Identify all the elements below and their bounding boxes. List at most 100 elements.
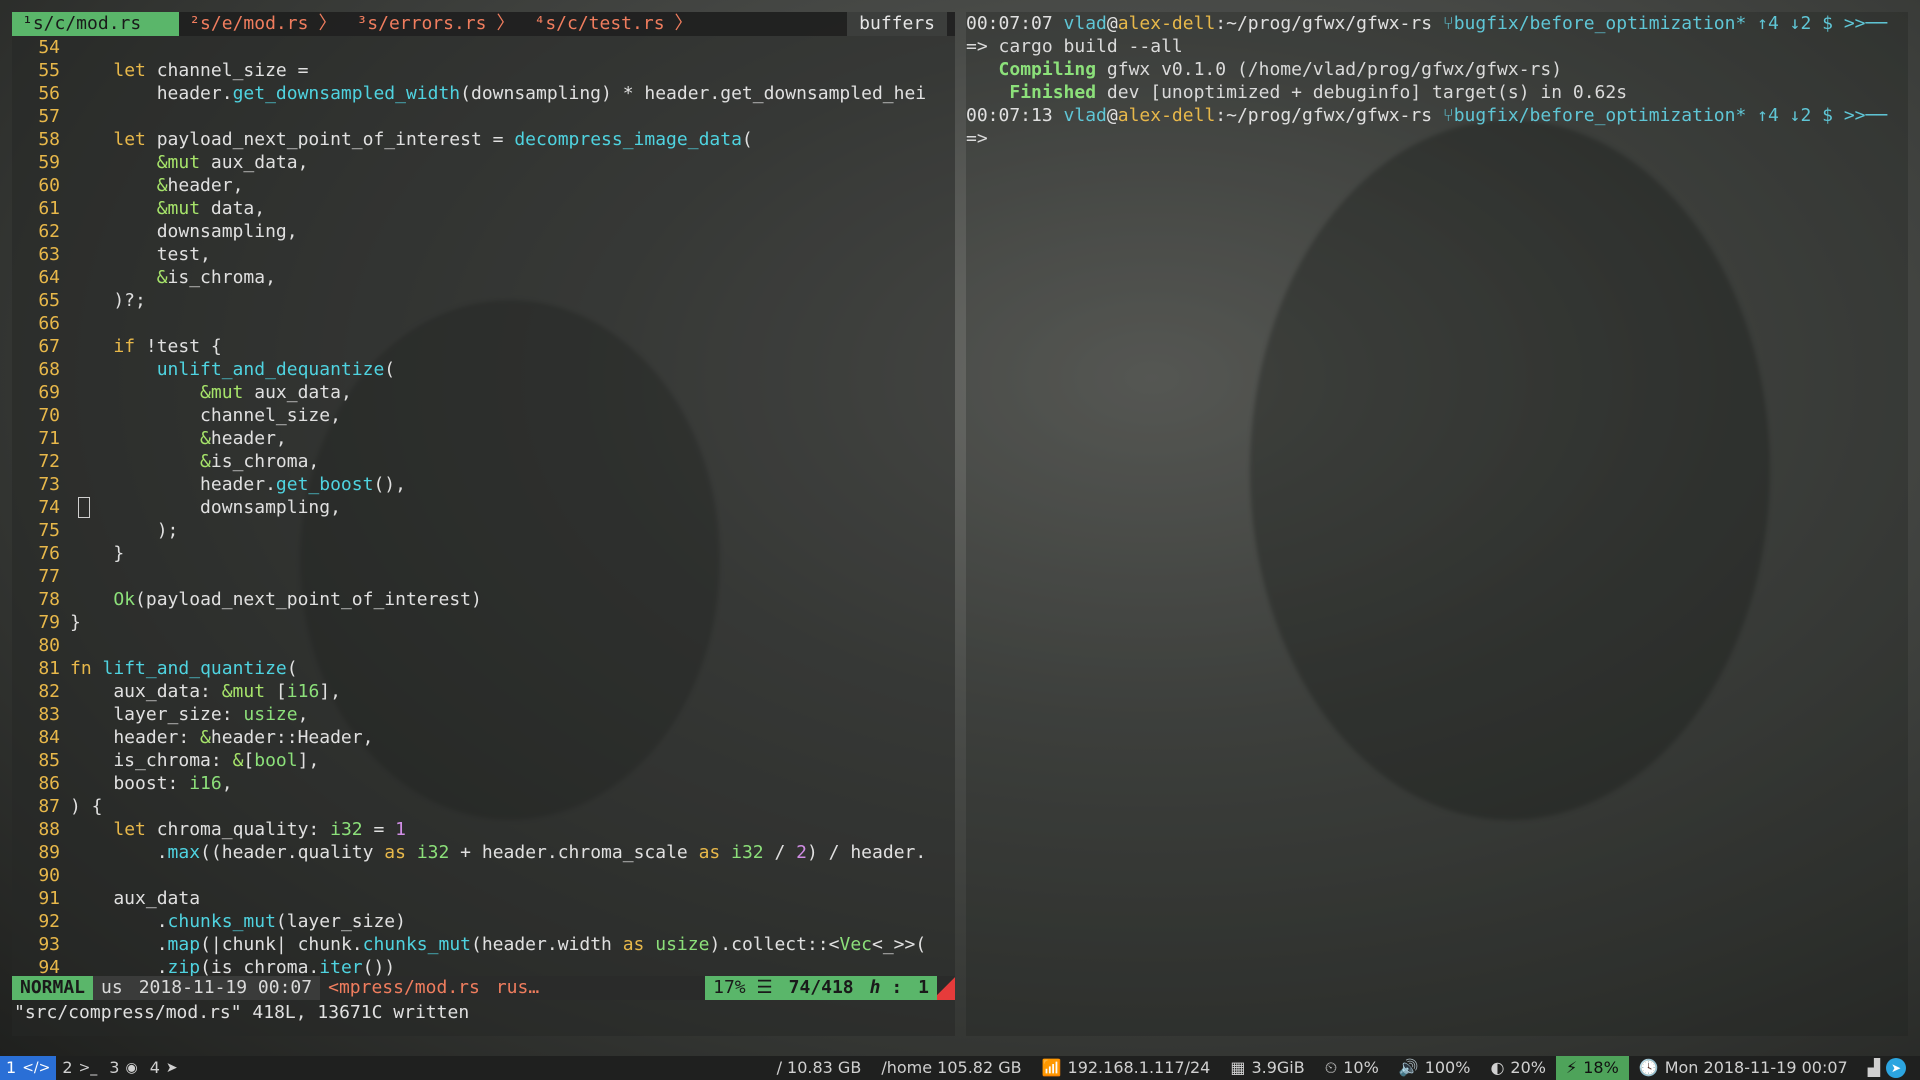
finished-text: dev [unoptimized + debuginfo] target(s) … — [1096, 82, 1628, 103]
brightness-value: 20% — [1510, 1058, 1546, 1077]
line-number: 58 — [38, 129, 60, 150]
code-line: 74 downsampling, — [12, 496, 955, 519]
output-line: Compiling gfwx v0.1.0 (/home/vlad/prog/g… — [966, 58, 1908, 81]
workspace-4[interactable]: 4 ➤ — [144, 1056, 184, 1080]
scroll-percent: 17% ☰ — [705, 976, 781, 1000]
prompt-line: 00:07:07 vlad@alex-dell:~/prog/gfwx/gfwx… — [966, 12, 1908, 35]
code-line: 82 aux_data: &mut [i16], — [12, 680, 955, 703]
line-number: 55 — [38, 60, 60, 81]
buffers-label: buffers — [847, 12, 947, 36]
tab-e-mod-rs[interactable]: ²s/e/mod.rs 〉 — [179, 12, 346, 36]
ip-address: 192.168.1.117/24 — [1067, 1058, 1211, 1077]
line-text: .map(|chunk| chunk.chunks_mut(header.wid… — [70, 934, 927, 955]
line-text: Ok(payload_next_point_of_interest) — [113, 589, 482, 610]
vim-editor-pane[interactable]: ¹s/c/mod.rs 〉 ²s/e/mod.rs 〉 ³s/errors.rs 〉 … — [12, 12, 955, 1036]
file-type: rus… — [495, 977, 540, 998]
code-line: 66 — [12, 312, 955, 335]
line-number: 59 — [38, 152, 60, 173]
line-text: if !test { — [113, 336, 222, 357]
code-line: 71 &header, — [12, 427, 955, 450]
terminal-pane[interactable]: 00:07:07 vlad@alex-dell:~/prog/gfwx/gfwx… — [966, 12, 1908, 1036]
line-text: )?; — [70, 290, 146, 311]
battery-value: 18% — [1583, 1058, 1619, 1077]
code-line: 85 is_chroma: &[bool], — [12, 749, 955, 772]
cpu: ⏲ 10% — [1315, 1056, 1389, 1080]
line-number: 86 — [38, 773, 60, 794]
code-line: 56 header.get_downsampled_width(downsamp… — [12, 82, 955, 105]
line-number: 93 — [38, 934, 60, 955]
telegram-tray-icon[interactable]: ➤ — [1886, 1058, 1906, 1078]
line-number: 69 — [38, 382, 60, 403]
prompt-host: alex-dell — [1117, 105, 1216, 126]
line-number: 66 — [38, 313, 60, 334]
line-number: 65 — [38, 290, 60, 311]
line-number: 64 — [38, 267, 60, 288]
line-number: 60 — [38, 175, 60, 196]
code-line: 81 fn lift_and_quantize( — [12, 657, 955, 680]
line-text: channel_size, — [70, 405, 341, 426]
line-text: let channel_size = — [113, 60, 309, 81]
tab-separator: 〉 — [151, 13, 170, 34]
code-icon: </> — [22, 1060, 51, 1076]
clock: 🕓 Mon 2018-11-19 00:07 — [1629, 1056, 1858, 1080]
command-input[interactable]: => — [966, 127, 1908, 150]
line-number: 82 — [38, 681, 60, 702]
code-line: 58 let payload_next_point_of_interest = … — [12, 128, 955, 151]
prompt-at: @ — [1106, 13, 1118, 34]
code-line: 73 header.get_boost(), — [12, 473, 955, 496]
battery: ⚡ 18% — [1555, 1056, 1629, 1080]
vim-cmdline[interactable]: "src/compress/mod.rs" 418L, 13671C writt… — [12, 1000, 955, 1026]
code-line: 67 if !test { — [12, 335, 955, 358]
line-number: 73 — [38, 474, 60, 495]
line-text: let payload_next_point_of_interest = dec… — [113, 129, 753, 150]
brightness[interactable]: ◐ 20% — [1480, 1056, 1556, 1080]
line-number: 57 — [38, 106, 60, 127]
file-name: <mpress/mod.rs — [328, 977, 480, 998]
code-line: 91 aux_data — [12, 887, 955, 910]
line-text: } — [70, 612, 81, 633]
line-number: 90 — [38, 865, 60, 886]
network: 📶 192.168.1.117/24 — [1032, 1056, 1221, 1080]
workspace-1[interactable]: 1 </> — [0, 1056, 57, 1080]
line-text: &is_chroma, — [200, 451, 320, 472]
line-text: downsampling, — [70, 221, 298, 242]
line-text: &header, — [156, 175, 244, 196]
workspace-number: 4 — [149, 1058, 160, 1077]
prompt-time: 00:07:13 — [966, 105, 1053, 126]
line-number: 74 — [38, 497, 60, 518]
text-cursor — [78, 497, 90, 518]
browser-icon: ◉ — [125, 1060, 138, 1076]
line-text: &mut aux_data, — [156, 152, 309, 173]
line-number: 76 — [38, 543, 60, 564]
workspace-3[interactable]: 3 ◉ — [103, 1056, 143, 1080]
line-text: &is_chroma, — [156, 267, 276, 288]
code-line: 55 let channel_size = — [12, 59, 955, 82]
tab-errors-rs[interactable]: ³s/errors.rs 〉 — [346, 12, 524, 36]
line-text: } — [70, 543, 125, 564]
code-line: 76 } — [12, 542, 955, 565]
tray: ▟ ➤ — [1858, 1056, 1920, 1080]
line-text: &header, — [200, 428, 287, 449]
prompt-path: :~/prog/gfwx/gfwx-rs — [1215, 13, 1433, 34]
prompt-host: alex-dell — [1117, 13, 1216, 34]
tab-test-rs[interactable]: ⁴s/c/test.rs 〉 — [524, 12, 702, 36]
brightness-icon: ◐ — [1490, 1058, 1505, 1077]
battery-plug-icon: ⚡ — [1565, 1058, 1578, 1077]
workspace-number: 2 — [62, 1058, 73, 1077]
volume-value: 100% — [1424, 1058, 1471, 1077]
prompt-at: @ — [1106, 105, 1118, 126]
volume[interactable]: 🔊 100% — [1389, 1056, 1481, 1080]
code-line: 70 channel_size, — [12, 404, 955, 427]
line-text: ) { — [70, 796, 103, 817]
code-line: 78 Ok(payload_next_point_of_interest) — [12, 588, 955, 611]
line-text: aux_data: &mut [i16], — [70, 681, 341, 702]
line-text: boost: i16, — [70, 773, 233, 794]
disk-root: / 10.83 GB — [776, 1058, 862, 1077]
workspace-2[interactable]: 2 >_ — [56, 1056, 103, 1080]
tab-mod-rs[interactable]: ¹s/c/mod.rs 〉 — [12, 12, 180, 36]
memory-value: 3.9GiB — [1251, 1058, 1305, 1077]
code-line: 77 — [12, 565, 955, 588]
code-area[interactable]: 54 55 let channel_size = 56 header.get_dow… — [12, 36, 955, 996]
workspace-number: 3 — [109, 1058, 120, 1077]
tab-label: ²s/e/mod.rs — [189, 13, 309, 34]
